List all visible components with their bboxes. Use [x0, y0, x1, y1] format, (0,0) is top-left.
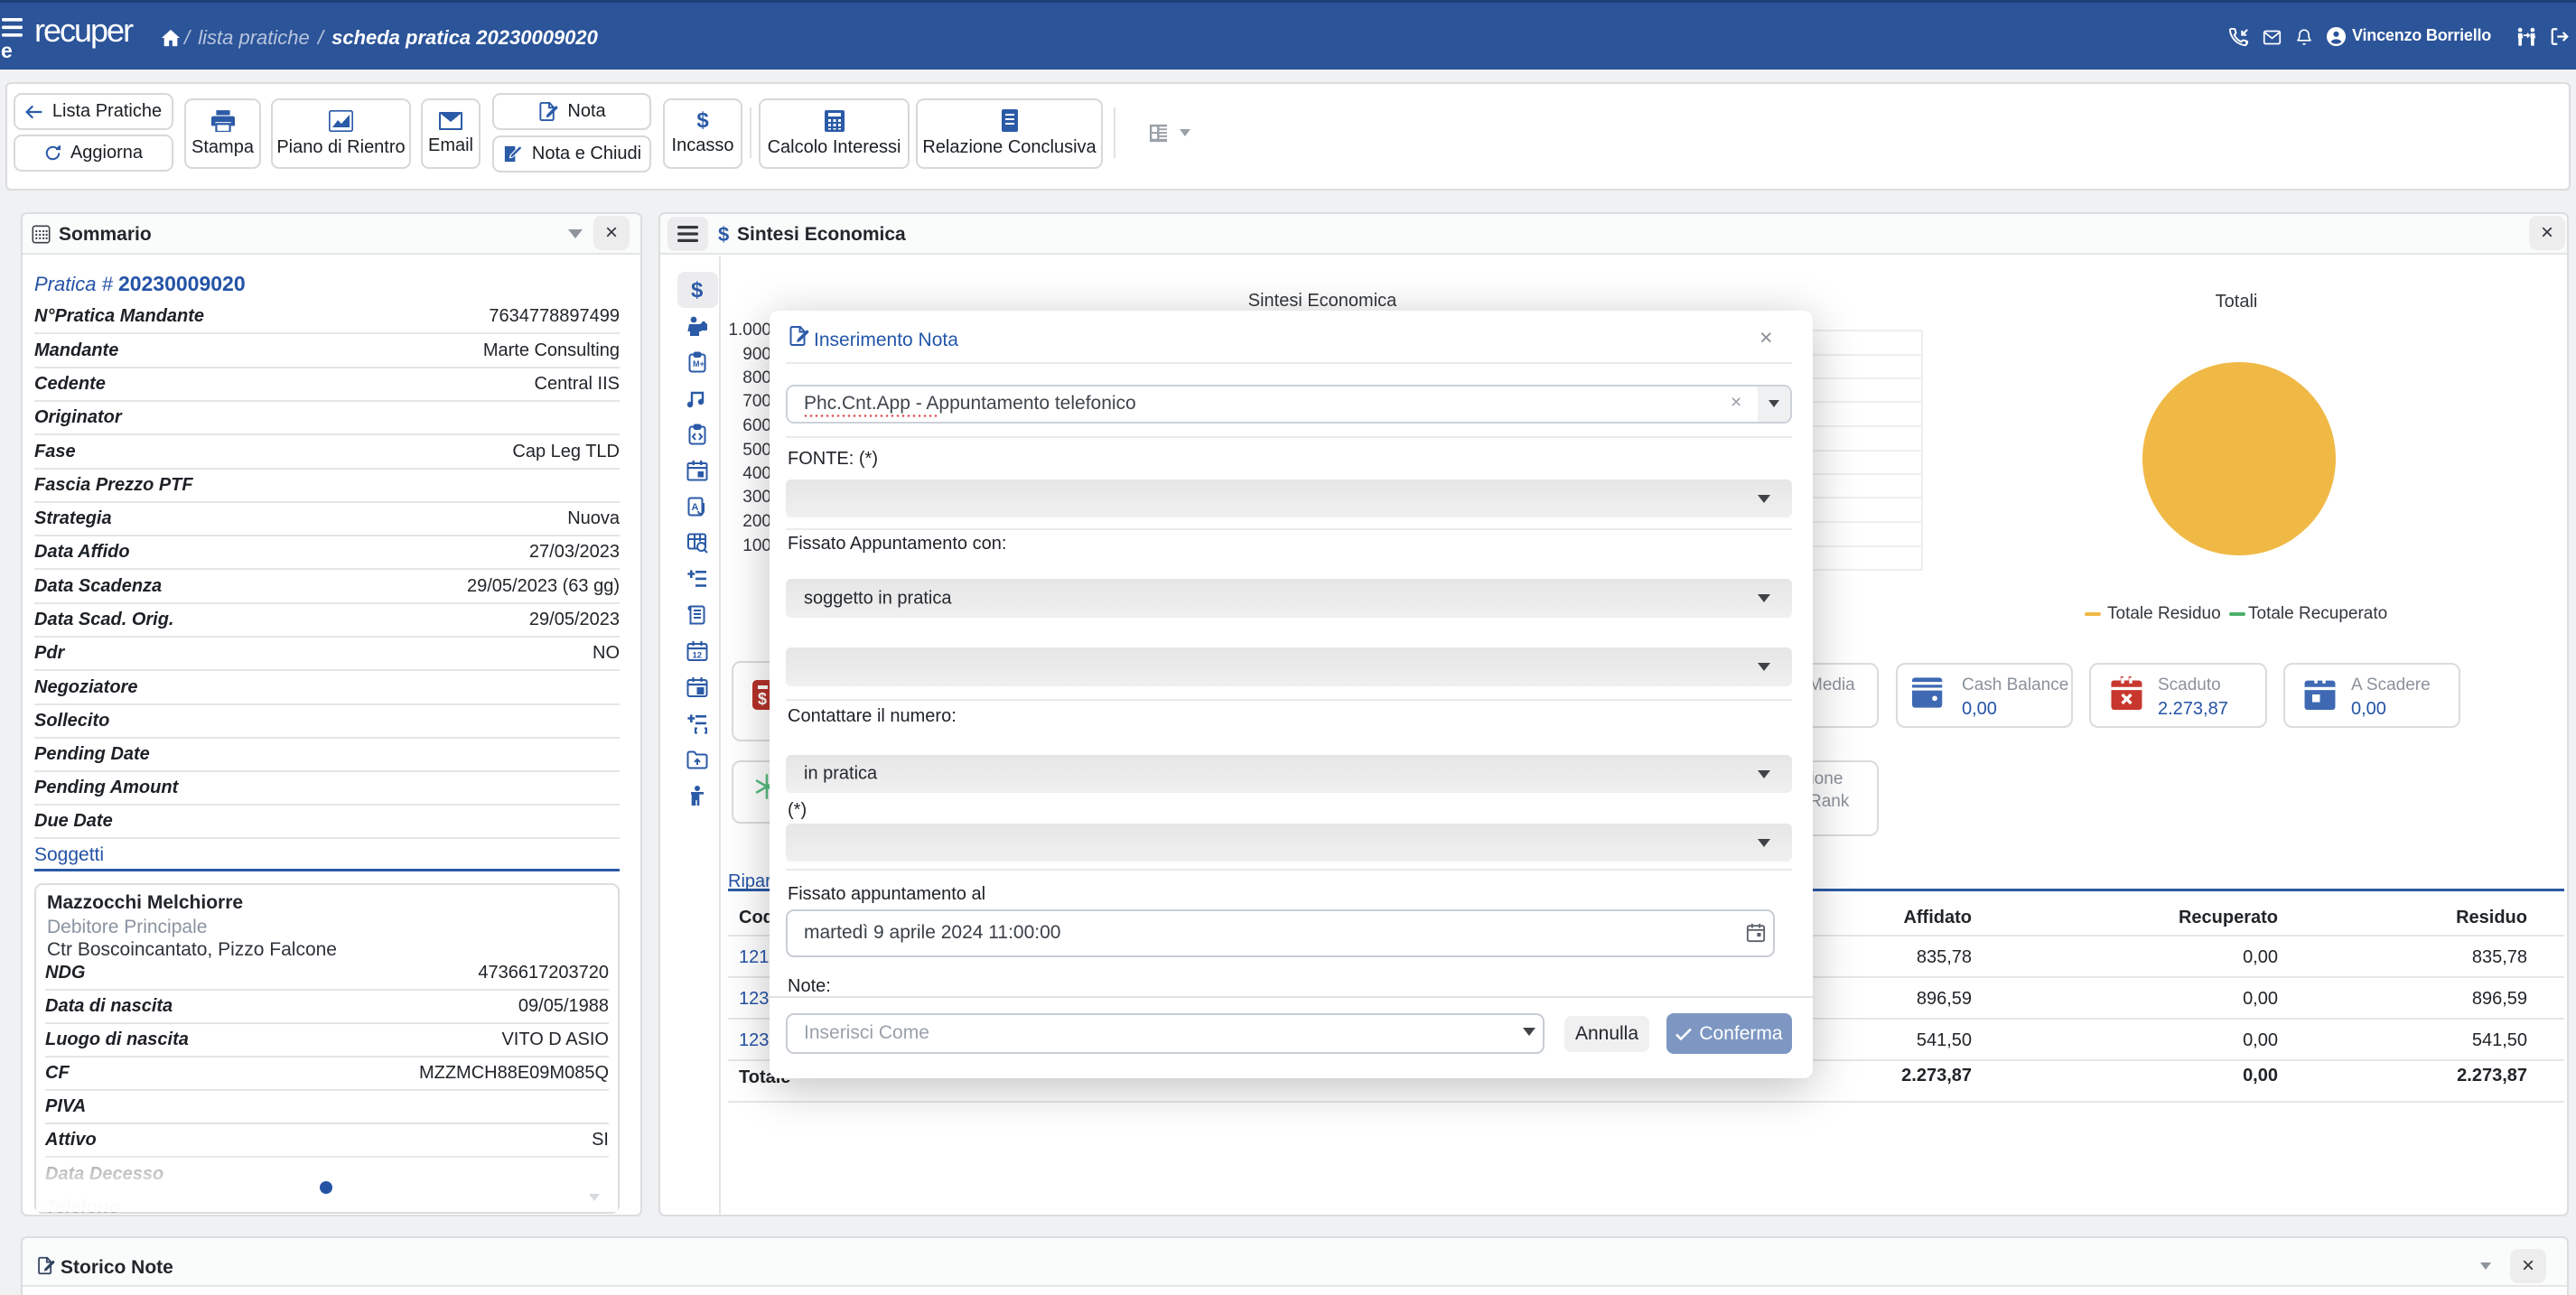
- svg-text:12: 12: [693, 651, 703, 661]
- svg-text:$: $: [758, 690, 767, 708]
- svg-text:M+: M+: [693, 359, 705, 368]
